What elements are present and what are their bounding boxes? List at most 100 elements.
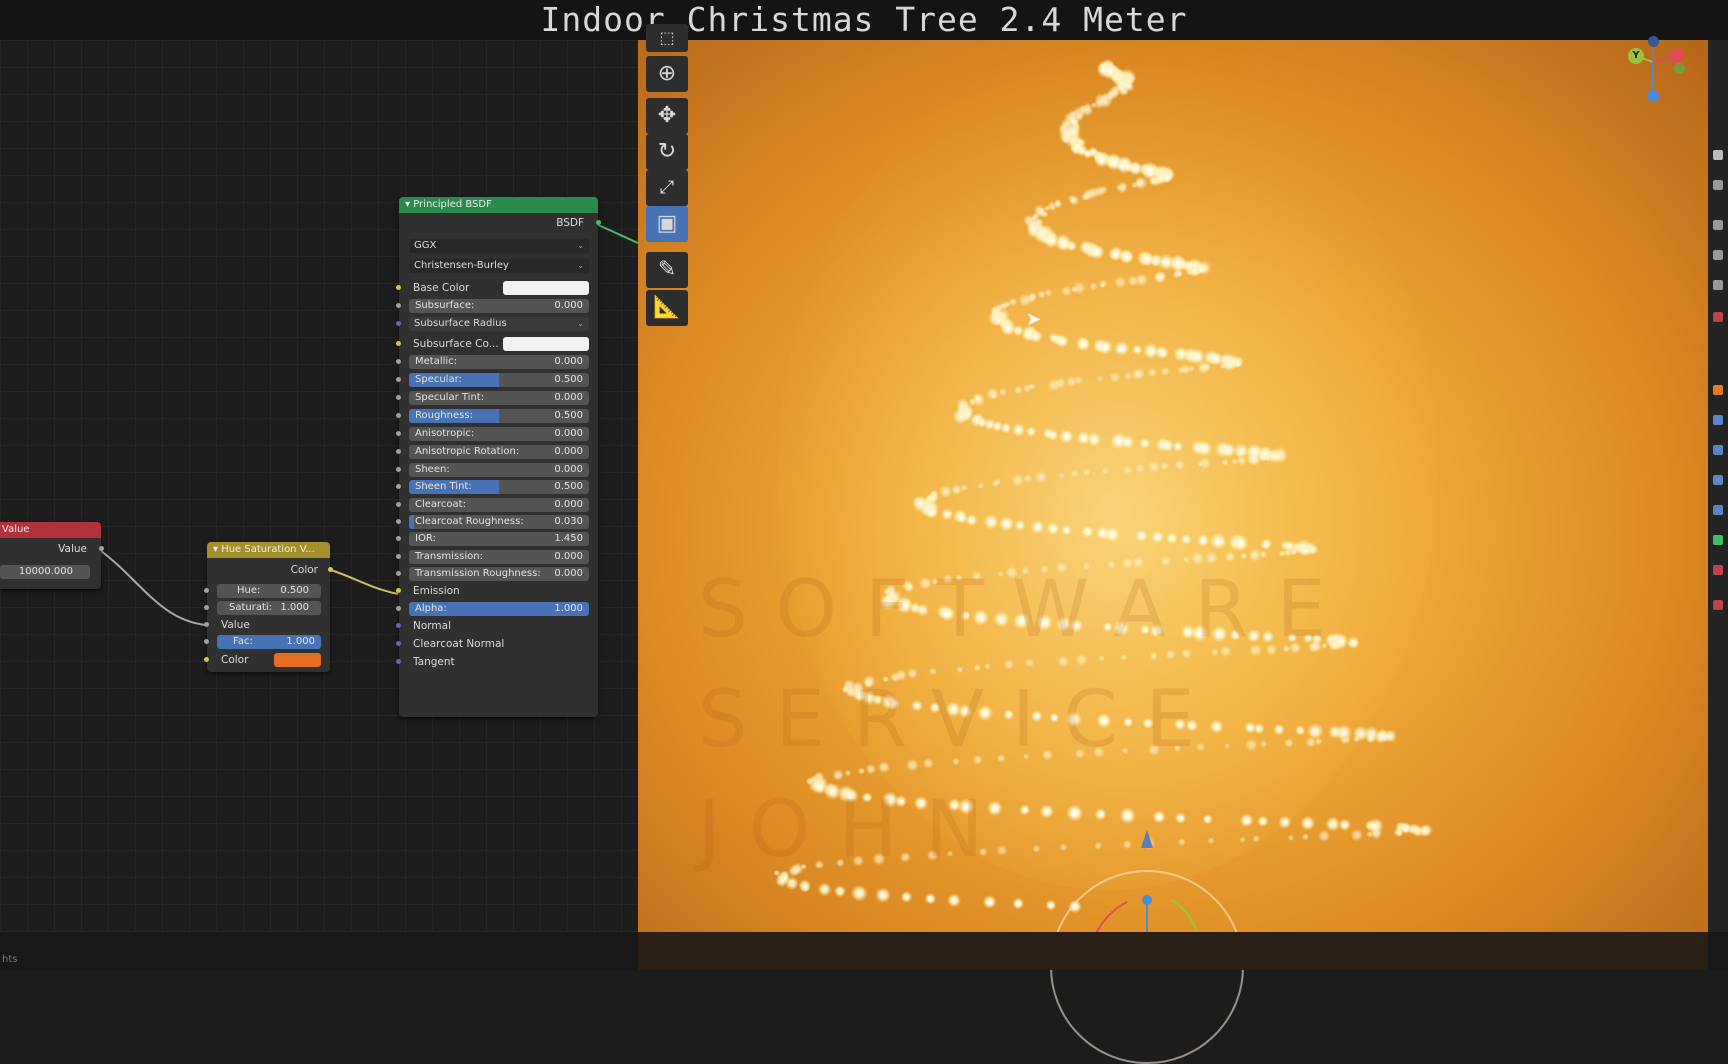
metallic-field[interactable]: Metallic: 0.000 bbox=[396, 355, 589, 369]
light-bulb bbox=[983, 514, 999, 530]
clearcoat-field[interactable]: Clearcoat: 0.000 bbox=[396, 498, 589, 512]
output-tab-icon[interactable] bbox=[1713, 220, 1723, 230]
render-tab-icon[interactable] bbox=[1713, 180, 1723, 190]
roughness-socket[interactable] bbox=[396, 413, 401, 418]
fac-field[interactable]: Fac: 1.000 bbox=[204, 635, 321, 649]
sheen-tint-field[interactable]: Sheen Tint: 0.500 bbox=[396, 480, 589, 494]
measure-icon[interactable]: 📐 bbox=[646, 290, 688, 326]
alpha-field[interactable]: Alpha: 1.000 bbox=[396, 602, 589, 616]
subsurface-color-socket[interactable] bbox=[396, 341, 401, 346]
value-output-socket[interactable] bbox=[99, 546, 104, 551]
hue-field[interactable]: Hue: 0.500 bbox=[204, 584, 321, 598]
ior-field[interactable]: IOR: 1.450 bbox=[396, 532, 589, 546]
sheen-field[interactable]: Sheen: 0.000 bbox=[396, 463, 589, 477]
anisotropic-field[interactable]: Anisotropic: 0.000 bbox=[396, 427, 589, 441]
material-tab-icon[interactable] bbox=[1713, 565, 1723, 575]
transform-icon[interactable]: ▣ bbox=[646, 206, 688, 242]
hue-socket[interactable] bbox=[204, 588, 209, 593]
principled-bsdf-node[interactable]: ▾ Principled BSDF BSDF GGX ⌄ Christensen… bbox=[396, 197, 601, 717]
tool-tab-icon[interactable] bbox=[1713, 150, 1723, 160]
bsdf-output-socket[interactable] bbox=[596, 220, 601, 225]
transmission-roughness-field[interactable]: Transmission Roughness: 0.000 bbox=[396, 567, 589, 581]
z-neg-axis-icon[interactable] bbox=[1648, 36, 1659, 47]
hue-saturation-header[interactable]: ▾ Hue Saturation V... bbox=[207, 542, 330, 558]
anisotropic-socket[interactable] bbox=[396, 431, 401, 436]
watermark-line-1: SOFTWARE bbox=[698, 565, 1354, 655]
value-node-header[interactable]: Value bbox=[0, 522, 101, 538]
physics-tab-icon[interactable] bbox=[1713, 475, 1723, 485]
subsurface-radius-dropdown[interactable]: Subsurface Radius ⌄ bbox=[396, 317, 589, 331]
fac-socket[interactable] bbox=[204, 639, 209, 644]
constraints-tab-icon[interactable] bbox=[1713, 505, 1723, 515]
x-neg-axis-icon[interactable] bbox=[1674, 63, 1685, 74]
rotate-icon[interactable]: ↻ bbox=[646, 134, 688, 170]
color-input-socket[interactable] bbox=[204, 657, 209, 662]
node-editor[interactable]: Value Value 10000.000 ▾ Hue Saturation V… bbox=[0, 40, 638, 932]
scale-icon[interactable]: ⤢ bbox=[646, 170, 688, 206]
light-bulb bbox=[1219, 363, 1226, 370]
distribution-dropdown[interactable]: GGX ⌄ bbox=[409, 239, 589, 253]
tangent-socket[interactable] bbox=[396, 659, 401, 664]
transmission-field[interactable]: Transmission: 0.000 bbox=[396, 550, 589, 564]
axis-gizmo[interactable]: Y bbox=[1620, 36, 1700, 110]
emission-socket[interactable] bbox=[396, 588, 401, 593]
subsurface-field[interactable]: Subsurface: 0.000 bbox=[396, 299, 589, 313]
x-axis-icon[interactable] bbox=[1670, 49, 1684, 63]
particles-tab-icon[interactable] bbox=[1713, 445, 1723, 455]
clearcoat-roughness-field[interactable]: Clearcoat Roughness: 0.030 bbox=[396, 515, 589, 529]
scene-tab-icon[interactable] bbox=[1713, 280, 1723, 290]
specular-field[interactable]: Specular: 0.500 bbox=[396, 373, 589, 387]
object-tab-icon[interactable] bbox=[1713, 385, 1723, 395]
anisotropic-rotation-field[interactable]: Anisotropic Rotation: 0.000 bbox=[396, 445, 589, 459]
clearcoat-normal-socket[interactable] bbox=[396, 641, 401, 646]
hue-saturation-node[interactable]: ▾ Hue Saturation V... Color Hue: 0.500 S… bbox=[204, 542, 333, 672]
hue-output-socket[interactable] bbox=[328, 567, 333, 572]
move-icon[interactable]: ✥ bbox=[646, 98, 688, 134]
saturation-field[interactable]: Saturati: 1.000 bbox=[204, 601, 321, 615]
alpha-socket[interactable] bbox=[396, 606, 401, 611]
z-axis-icon[interactable] bbox=[1647, 90, 1659, 102]
value-node[interactable]: Value Value 10000.000 bbox=[0, 522, 104, 589]
subsurface-radius-socket[interactable] bbox=[396, 321, 401, 326]
color-swatch[interactable] bbox=[274, 653, 321, 667]
light-bulb bbox=[1127, 275, 1140, 287]
subsurface-method-dropdown[interactable]: Christensen-Burley ⌄ bbox=[409, 259, 589, 273]
world-tab-icon[interactable] bbox=[1713, 312, 1723, 322]
link-value-to-hue bbox=[100, 550, 207, 626]
bsdf-header[interactable]: ▾ Principled BSDF bbox=[399, 197, 598, 213]
value-input-socket[interactable] bbox=[204, 622, 209, 627]
subsurface-color-swatch[interactable] bbox=[503, 337, 589, 351]
3d-viewport[interactable]: SOFTWARE SERVICE JOHN bbox=[638, 40, 1708, 932]
specular-tint-socket[interactable] bbox=[396, 395, 401, 400]
sheen-tint-socket[interactable] bbox=[396, 484, 401, 489]
data-tab-icon[interactable] bbox=[1713, 535, 1723, 545]
texture-tab-icon[interactable] bbox=[1713, 600, 1723, 610]
metallic-socket[interactable] bbox=[396, 359, 401, 364]
annotate-icon[interactable]: ✎ bbox=[646, 252, 688, 288]
ior-socket[interactable] bbox=[396, 536, 401, 541]
normal-socket[interactable] bbox=[396, 623, 401, 628]
base-color-socket[interactable] bbox=[396, 285, 401, 290]
transmission-roughness-socket[interactable] bbox=[396, 571, 401, 576]
sheen-socket[interactable] bbox=[396, 467, 401, 472]
transmission-socket[interactable] bbox=[396, 554, 401, 559]
anisotropic-rotation-socket[interactable] bbox=[396, 449, 401, 454]
view-layer-tab-icon[interactable] bbox=[1713, 250, 1723, 260]
select-box-icon[interactable]: ⬚ bbox=[646, 24, 688, 52]
specular-tint-field[interactable]: Specular Tint: 0.000 bbox=[396, 391, 589, 405]
clearcoat-roughness-socket[interactable] bbox=[396, 519, 401, 524]
subsurface-socket[interactable] bbox=[396, 303, 401, 308]
light-bulb bbox=[1023, 474, 1033, 484]
clearcoat-socket[interactable] bbox=[396, 502, 401, 507]
value-field[interactable]: 10000.000 bbox=[0, 565, 90, 579]
cursor-icon[interactable]: ⊕ bbox=[646, 56, 688, 92]
light-bulb bbox=[1353, 735, 1360, 743]
gizmo-up-arrow-icon[interactable] bbox=[1141, 830, 1153, 848]
specular-socket[interactable] bbox=[396, 377, 401, 382]
modifier-tab-icon[interactable] bbox=[1713, 415, 1723, 425]
roughness-field[interactable]: Roughness: 0.500 bbox=[396, 409, 589, 423]
saturation-socket[interactable] bbox=[204, 605, 209, 610]
base-color-swatch[interactable] bbox=[503, 281, 589, 295]
light-bulb bbox=[1147, 460, 1161, 474]
y-axis-icon[interactable]: Y bbox=[1628, 48, 1644, 64]
